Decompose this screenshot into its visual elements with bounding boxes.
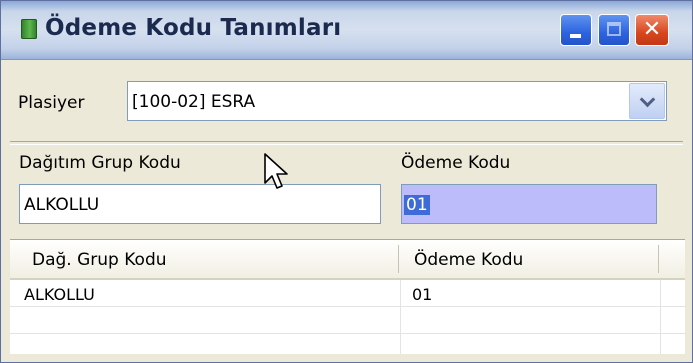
plasiyer-dropdown-button[interactable] [629,83,665,119]
column-header-payment-code[interactable]: Ödeme Kodu [414,250,523,270]
cell-group-code: ALKOLLU [24,285,95,304]
group-code-label: Dağıtım Grup Kodu [19,153,181,173]
maximize-icon [607,22,621,36]
mouse-cursor-icon [264,153,288,189]
plasiyer-select[interactable]: [100-02] ESRA [127,81,667,121]
app-icon [21,19,37,39]
table-row[interactable] [10,307,685,334]
group-code-value: ALKOLLU [24,195,100,215]
column-divider[interactable] [398,245,399,273]
table-row[interactable] [10,334,685,354]
table-row[interactable]: ALKOLLU 01 [10,280,685,307]
column-divider[interactable] [658,245,659,273]
payment-code-table[interactable]: Dağ. Grup Kodu Ödeme Kodu ALKOLLU 01 [10,239,685,354]
group-code-input[interactable]: ALKOLLU [19,184,381,224]
table-header: Dağ. Grup Kodu Ödeme Kodu [10,240,685,280]
payment-code-input[interactable]: 01 [401,184,657,224]
chevron-down-icon [639,91,656,108]
window-title: Ödeme Kodu Tanımları [45,15,342,41]
divider [10,141,683,145]
plasiyer-label: Plasiyer [18,93,85,113]
minimize-button[interactable] [560,14,592,46]
close-button[interactable]: ✕ [635,14,669,46]
payment-code-label: Ödeme Kodu [401,153,511,173]
column-header-group-code[interactable]: Dağ. Grup Kodu [32,250,167,270]
minimize-icon [570,34,581,38]
payment-code-window: Ödeme Kodu Tanımları ✕ Plasiyer [100-02]… [0,0,693,363]
cell-payment-code: 01 [412,285,433,304]
maximize-button[interactable] [598,14,630,46]
plasiyer-selected-value: [100-02] ESRA [132,92,256,112]
title-bar[interactable]: Ödeme Kodu Tanımları ✕ [1,1,692,60]
close-icon: ✕ [642,17,662,42]
payment-code-value: 01 [404,195,430,215]
